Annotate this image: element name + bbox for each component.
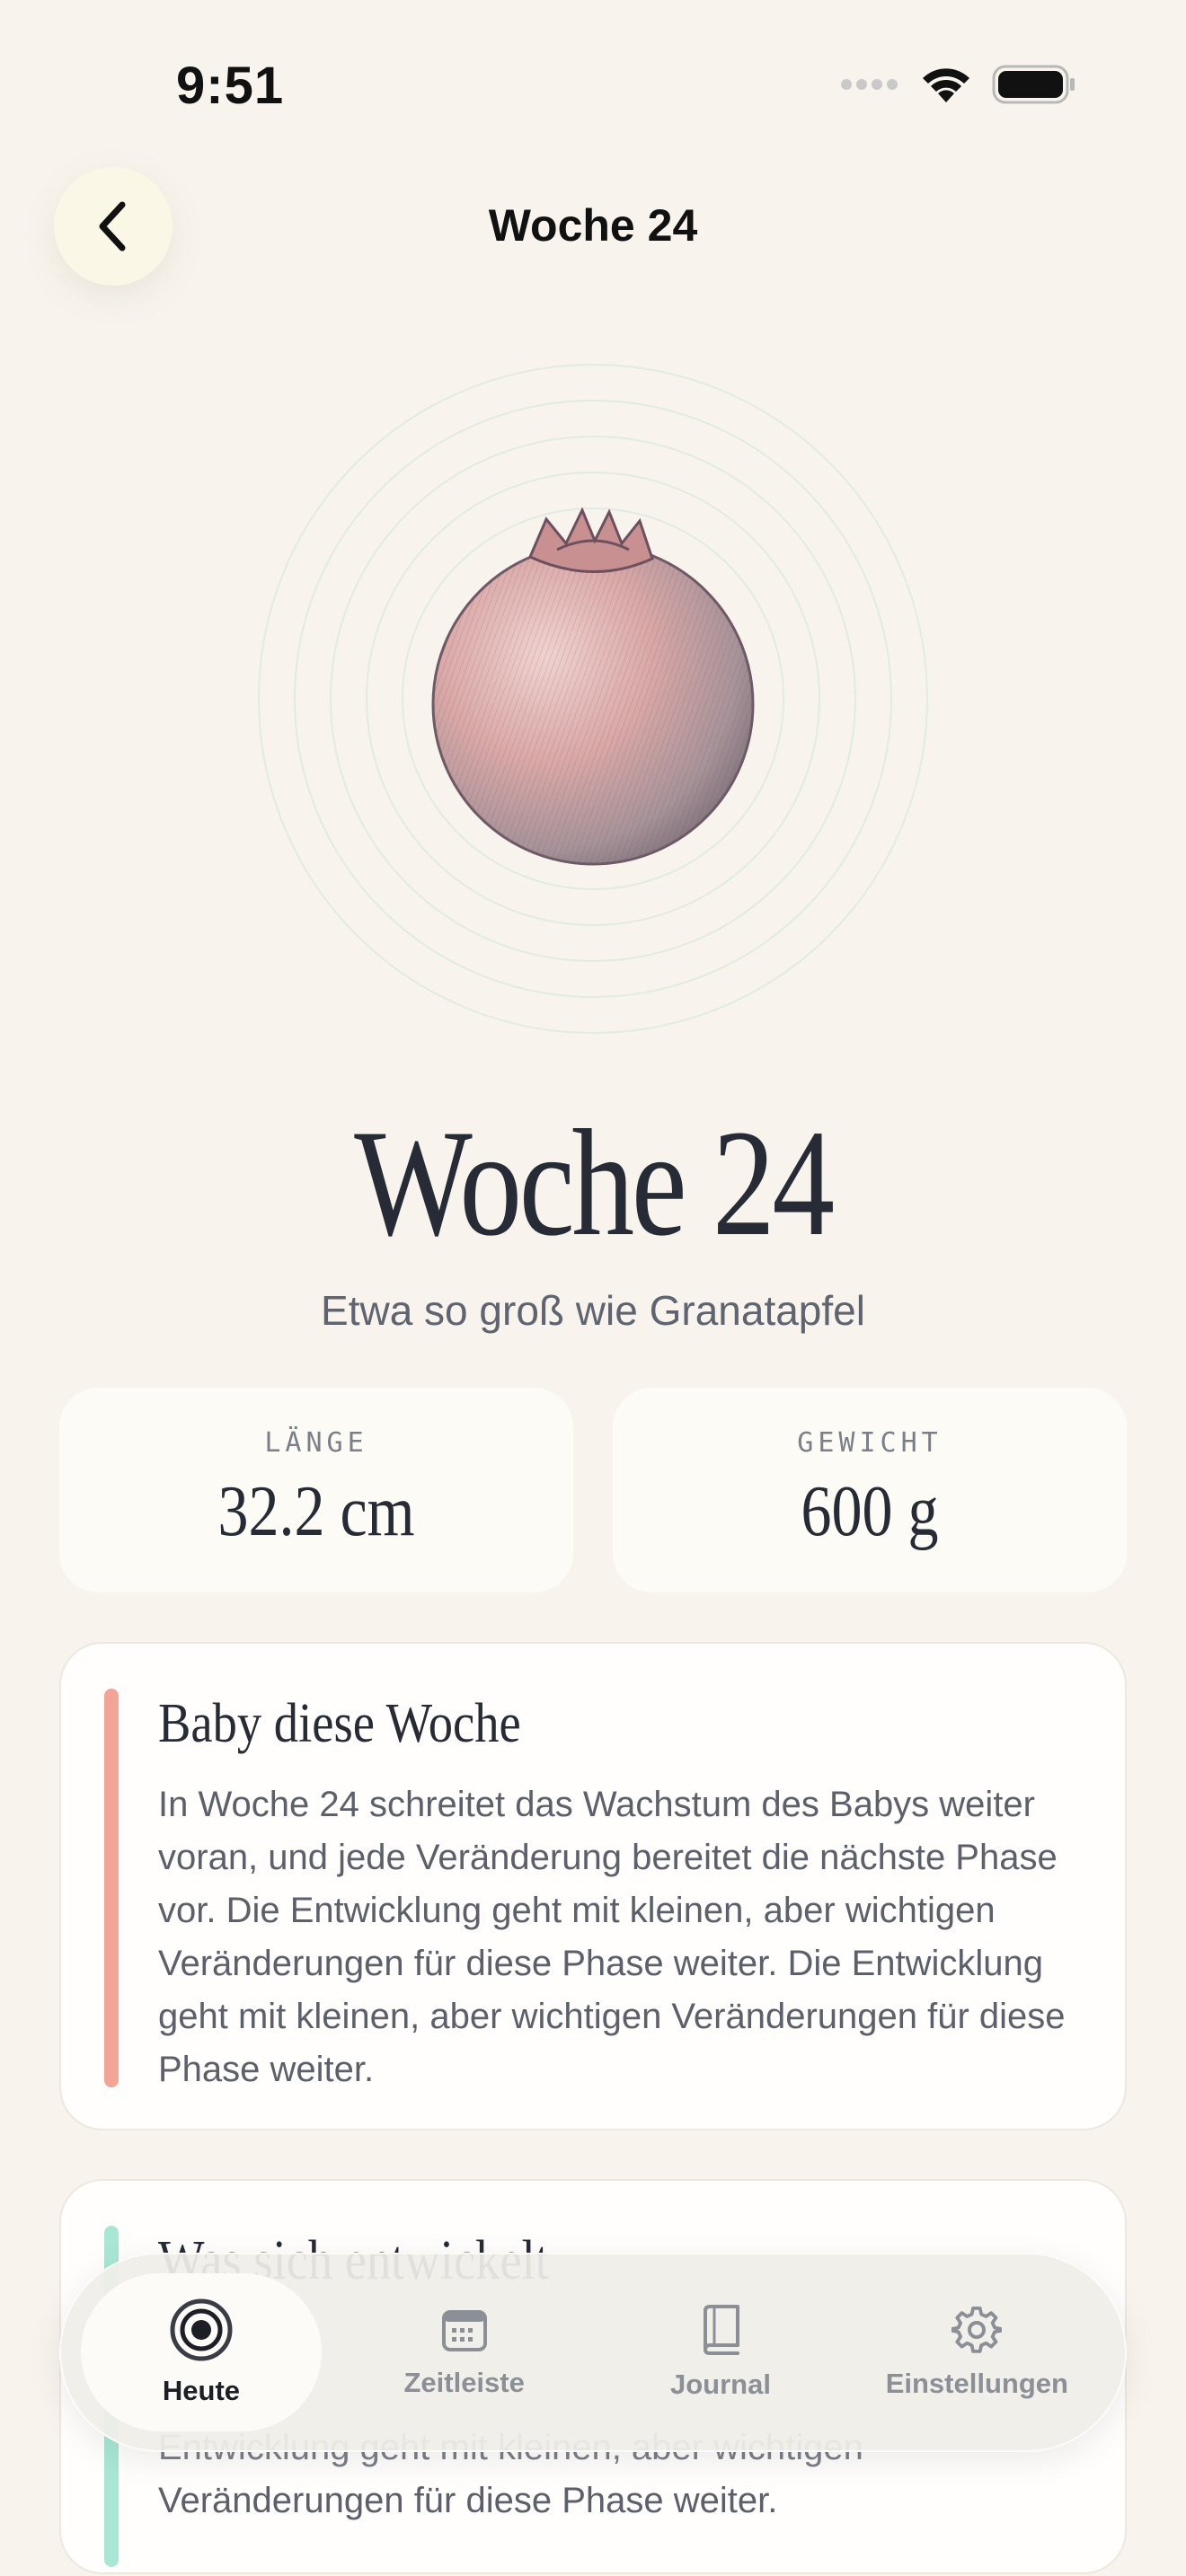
tab-einstellungen[interactable]: Einstellungen [849, 2273, 1105, 2431]
tab-zeitleiste[interactable]: Zeitleiste [336, 2273, 592, 2431]
baby-this-week-card: Baby diese Woche In Woche 24 schreitet d… [59, 1642, 1127, 2130]
tab-label: Journal [670, 2369, 771, 2400]
battery-icon [992, 65, 1075, 104]
card-body-line: Veränderungen für diese Phase weiter. [158, 2481, 778, 2520]
weight-card: GEWICHT 600 g [613, 1388, 1127, 1592]
status-bar: 9:51 [0, 0, 1186, 162]
week-title: Woche 24 [354, 1098, 835, 1267]
weight-label: GEWICHT [797, 1427, 943, 1459]
tab-label: Einstellungen [885, 2368, 1068, 2399]
length-value: 32.2 cm [217, 1472, 415, 1551]
tab-label: Zeitleiste [403, 2367, 525, 2398]
tab-heute[interactable]: Heute [81, 2273, 322, 2431]
pomegranate-illustration [258, 364, 928, 1034]
book-icon [703, 2305, 739, 2355]
tab-journal[interactable]: Journal [592, 2273, 848, 2431]
target-icon [170, 2298, 233, 2361]
calendar-icon [441, 2310, 487, 2351]
size-comparison: Etwa so groß wie Granatapfel [321, 1287, 865, 1334]
status-time: 9:51 [176, 57, 285, 115]
gear-icon [951, 2306, 1003, 2353]
signal-dots-icon [841, 79, 898, 90]
status-icons [839, 65, 1076, 104]
nav-title: Woche 24 [488, 200, 698, 251]
length-label: LÄNGE [264, 1427, 368, 1459]
length-card: LÄNGE 32.2 cm [59, 1388, 573, 1592]
accent-bar [104, 1689, 119, 2087]
tab-bar: Heute Zeitleiste Journal Einstellungen [59, 2253, 1127, 2452]
tab-label: Heute [162, 2375, 241, 2406]
card-title: Baby diese Woche [158, 1693, 521, 1754]
wifi-icon [923, 68, 969, 102]
card-body: In Woche 24 schreitet das Wachstum des B… [158, 1785, 1066, 2089]
weight-value: 600 g [801, 1472, 939, 1551]
